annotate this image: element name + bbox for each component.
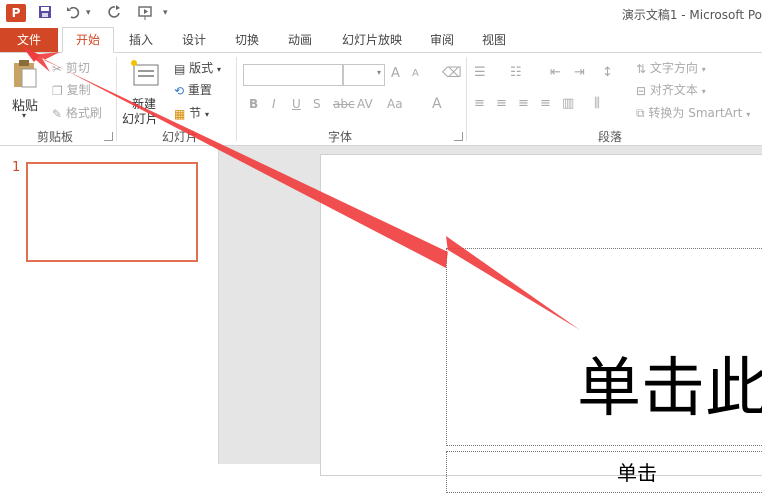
columns-icon[interactable]: ⫼ (594, 96, 600, 111)
powerpoint-logo-icon: P (6, 4, 26, 22)
align-center-icon[interactable]: ≡ (496, 96, 507, 111)
undo-dropdown-icon[interactable]: ▾ (86, 5, 91, 21)
shrink-font-button[interactable]: A (412, 68, 419, 79)
bullets-icon[interactable]: ☰ (474, 65, 486, 80)
undo-icon[interactable] (66, 5, 82, 23)
tab-animations[interactable]: 动画 (277, 28, 323, 52)
tab-insert[interactable]: 插入 (118, 28, 164, 52)
divider (236, 57, 237, 141)
tab-transitions[interactable]: 切换 (224, 28, 270, 52)
title-placeholder[interactable]: 单击此 (446, 248, 762, 446)
slide-thumbnail-pane: 1 (0, 146, 219, 464)
shadow-button[interactable]: S (313, 97, 321, 111)
font-color-button[interactable]: A (432, 96, 442, 112)
divider (116, 57, 117, 141)
tab-home[interactable]: 开始 (62, 27, 114, 53)
increase-indent-icon[interactable]: ⇥ (574, 65, 585, 80)
font-launcher-icon[interactable] (454, 132, 463, 141)
text-direction-button[interactable]: ⇅ 文字方向 ▾ (636, 59, 706, 76)
align-right-icon[interactable]: ≡ (518, 96, 529, 111)
text-direction-icon: ⇅ (636, 61, 647, 76)
copy-icon: ❐ (52, 83, 63, 98)
clipboard-launcher-icon[interactable] (104, 132, 113, 141)
save-icon[interactable] (38, 5, 52, 23)
justify-icon[interactable]: ≡ (540, 96, 551, 111)
format-painter-icon: ✎ (52, 106, 63, 121)
font-size-combo[interactable]: ▾ (343, 64, 385, 86)
reset-icon: ⟲ (174, 83, 185, 98)
layout-icon: ▤ (174, 61, 186, 76)
layout-button[interactable]: ▤ 版式 ▾ (174, 59, 221, 76)
tab-file[interactable]: 文件 (0, 28, 58, 52)
reset-button[interactable]: ⟲ 重置 (174, 81, 212, 98)
underline-button[interactable]: U (292, 97, 301, 111)
font-group-label: 字体 (327, 130, 352, 144)
subtitle-placeholder-text: 单击 (617, 461, 657, 485)
copy-label: 复制 (66, 83, 91, 97)
cut-label: 剪切 (65, 61, 90, 75)
bold-button[interactable]: B (249, 97, 258, 111)
customize-toolbar-icon[interactable]: ▾ (163, 5, 168, 21)
tab-view[interactable]: 视图 (471, 28, 517, 52)
smartart-icon: ⧉ (636, 106, 645, 120)
strikethrough-button[interactable]: abc (333, 97, 355, 111)
slide-number: 1 (12, 160, 21, 175)
layout-label: 版式 (189, 61, 214, 75)
smartart-label: 转换为 SmartArt (648, 106, 743, 120)
format-painter-label: 格式刷 (65, 106, 102, 120)
tab-design[interactable]: 设计 (171, 28, 217, 52)
convert-smartart-button[interactable]: ⧉ 转换为 SmartArt ▾ (636, 104, 750, 121)
title-bar: P ▾ ▾ 演示文稿1 - Microsoft Po (0, 0, 762, 28)
slide-thumbnail[interactable] (26, 162, 198, 262)
align-left-icon[interactable]: ≡ (474, 96, 485, 111)
ribbon: 粘贴 ▾ ✂ 剪切 ❐ 复制 ✎ 格式刷 剪贴板 新建 幻灯片 ▤ 版式 ▾ ⟲… (0, 53, 762, 146)
section-icon: ▦ (174, 106, 186, 121)
paste-dropdown-icon: ▾ (22, 111, 27, 120)
numbering-icon[interactable]: ☷ (510, 65, 522, 80)
slide-canvas: 单击此 单击 (320, 154, 762, 493)
decrease-indent-icon[interactable]: ⇤ (550, 65, 561, 80)
ribbon-tabs: 文件 开始 插入 设计 切换 动画 幻灯片放映 审阅 视图 (0, 27, 762, 53)
change-case-button[interactable]: Aa (387, 97, 403, 111)
tab-review[interactable]: 审阅 (419, 28, 465, 52)
scissors-icon: ✂ (52, 61, 63, 76)
clipboard-group-label: 剪贴板 (36, 130, 73, 144)
format-painter-button[interactable]: ✎ 格式刷 (52, 104, 102, 121)
align-text-label: 对齐文本 (649, 83, 698, 97)
start-from-beginning-icon[interactable] (137, 5, 155, 25)
distributed-icon[interactable]: ▥ (562, 96, 574, 111)
redo-icon[interactable] (107, 5, 123, 23)
line-spacing-icon[interactable]: ↕ (602, 65, 613, 80)
font-name-combo[interactable] (243, 64, 343, 86)
text-direction-label: 文字方向 (649, 61, 698, 75)
paragraph-group-label: 段落 (597, 130, 622, 144)
paste-button[interactable]: 粘贴 ▾ (8, 57, 42, 120)
subtitle-placeholder[interactable]: 单击 (446, 451, 762, 493)
align-text-icon: ⊟ (636, 83, 647, 98)
reset-label: 重置 (187, 83, 212, 97)
section-label: 节 (189, 106, 202, 120)
clear-formatting-icon[interactable]: ⌫ (442, 65, 462, 81)
copy-button[interactable]: ❐ 复制 (52, 81, 91, 98)
section-button[interactable]: ▦ 节 ▾ (174, 104, 209, 121)
tab-slideshow[interactable]: 幻灯片放映 (333, 28, 411, 52)
slide-editor: 单击此 单击 (219, 146, 762, 493)
new-slide-icon (130, 59, 160, 90)
title-placeholder-text: 单击此 (577, 352, 762, 426)
align-text-button[interactable]: ⊟ 对齐文本 ▾ (636, 81, 706, 98)
font-size-dropdown-icon: ▾ (376, 68, 381, 77)
clipboard-icon (12, 59, 38, 92)
new-slide-label-2: 幻灯片 (122, 112, 159, 126)
italic-button[interactable]: I (272, 97, 276, 111)
window-title: 演示文稿1 - Microsoft Po (621, 8, 762, 22)
new-slide-button[interactable]: 新建 幻灯片 (122, 57, 170, 126)
cut-button[interactable]: ✂ 剪切 (52, 59, 90, 76)
divider (466, 57, 467, 141)
character-spacing-button[interactable]: AV (357, 97, 373, 111)
slides-group-label: 幻灯片 (161, 130, 198, 144)
grow-font-button[interactable]: A (391, 66, 400, 81)
